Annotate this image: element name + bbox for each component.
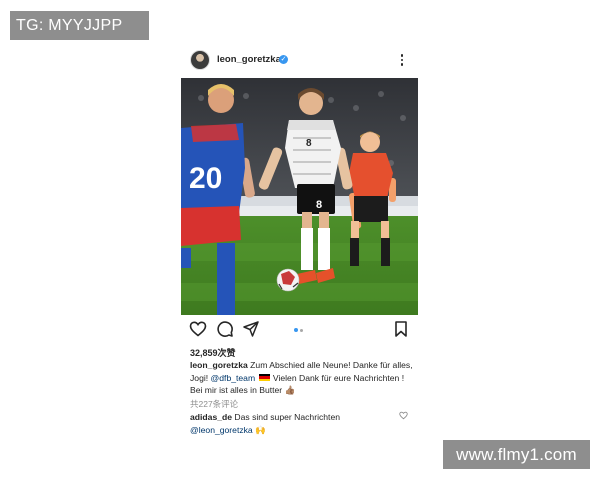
post-username[interactable]: leon_goretzka xyxy=(217,54,281,65)
football xyxy=(276,268,300,292)
instagram-post: leon_goretzka ✓ 8 8 20 32,859次赞 leon_gor… xyxy=(181,46,418,441)
comment-mention[interactable]: @leon_goretzka xyxy=(190,425,253,435)
view-comments-link[interactable]: 共227条评论 xyxy=(190,398,238,410)
avatar[interactable] xyxy=(190,50,210,70)
football-photo-svg: 8 8 20 xyxy=(181,78,418,315)
opponent-shirt-number: 20 xyxy=(189,162,222,195)
carousel-dot-active xyxy=(294,328,298,332)
comment-like-icon[interactable] xyxy=(399,411,408,420)
caption-mention[interactable]: @dfb_team xyxy=(211,373,256,383)
post-caption: leon_goretzka Zum Abschied alle Neune! D… xyxy=(190,359,414,397)
verified-badge-icon: ✓ xyxy=(279,55,288,64)
caption-username[interactable]: leon_goretzka xyxy=(190,360,248,370)
player-shirt-number: 8 xyxy=(306,138,312,149)
comment-icon[interactable] xyxy=(216,320,234,338)
heart-icon[interactable] xyxy=(189,320,207,338)
comment-text: Das sind super Nachrichten xyxy=(232,412,340,422)
watermark-bottom-right: www.flmy1.com xyxy=(443,440,590,469)
more-options-icon[interactable] xyxy=(395,51,409,69)
carousel-indicator xyxy=(294,328,306,332)
post-action-bar xyxy=(181,318,418,342)
german-flag-emoji xyxy=(258,374,270,381)
like-count[interactable]: 32,859次赞 xyxy=(190,346,236,359)
carousel-dot xyxy=(300,328,303,332)
post-header: leon_goretzka ✓ xyxy=(181,46,418,78)
post-photo[interactable]: 8 8 20 xyxy=(181,78,418,315)
top-comment: adidas_de Das sind super Nachrichten @le… xyxy=(190,411,400,436)
caption-emoji: 👍🏽 xyxy=(284,385,296,395)
comment-emoji: 🙌 xyxy=(255,424,266,435)
player-shorts-number: 8 xyxy=(316,199,322,211)
bookmark-icon[interactable] xyxy=(392,320,410,338)
watermark-top-left: TG: MYYJJPP xyxy=(10,11,149,40)
share-icon[interactable] xyxy=(242,320,260,338)
comment-username[interactable]: adidas_de xyxy=(190,412,232,422)
